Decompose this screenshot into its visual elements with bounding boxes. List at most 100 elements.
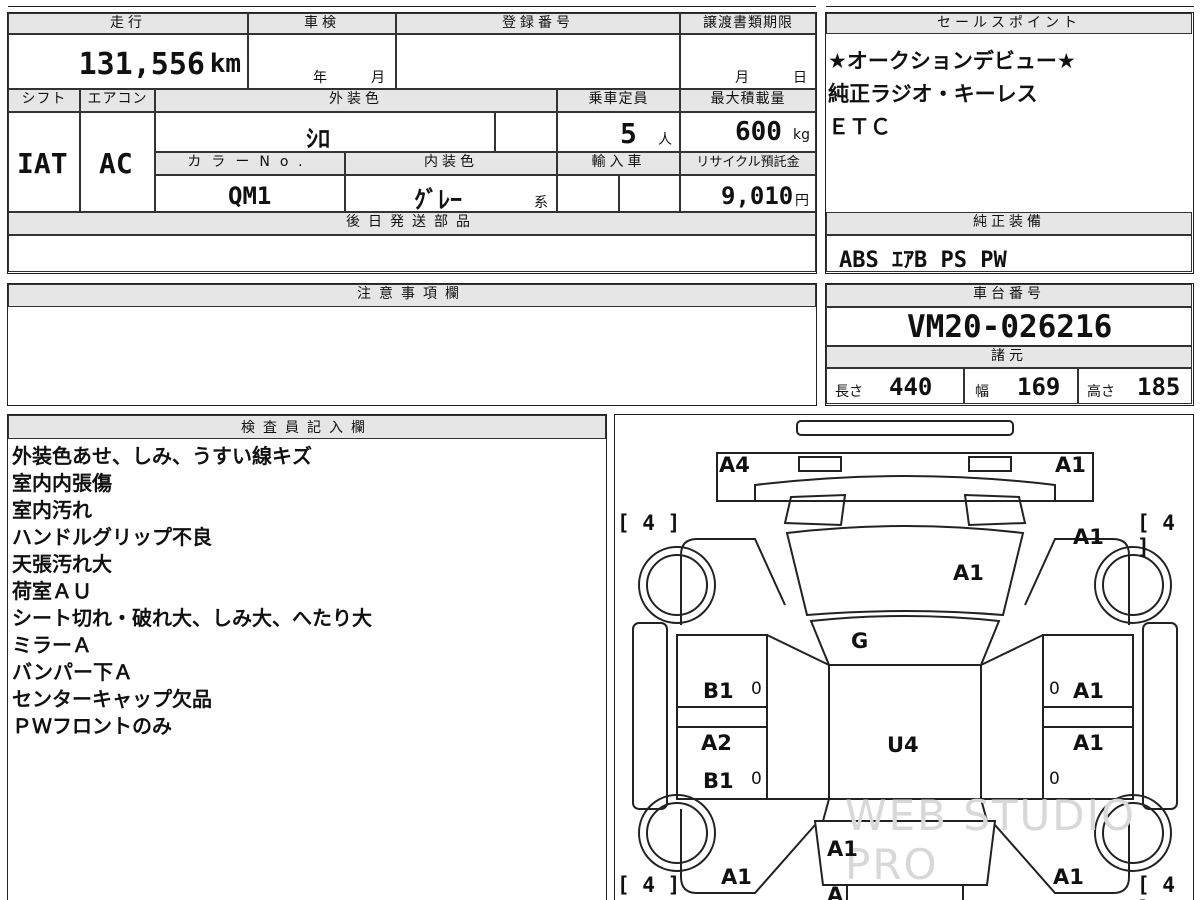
wheel-rl-inner bbox=[646, 802, 708, 864]
chassis-value: VM20-026216 bbox=[907, 309, 1113, 345]
mileage-cell: 131,556 km bbox=[8, 34, 248, 89]
length-value: 440 bbox=[889, 373, 933, 401]
exterior-header: 外装色 bbox=[155, 89, 557, 112]
inspector-note: シート切れ・破れ大、しみ大、へたり大 bbox=[12, 606, 372, 630]
transfer-day-label: 日 bbox=[793, 70, 807, 86]
chassis-panel: 車台番号 VM20-026216 諸元 長さ 440 幅 169 高さ 185 bbox=[825, 283, 1194, 406]
mark-a4-top: A4 bbox=[719, 453, 750, 477]
left-lamp-shape bbox=[798, 456, 842, 472]
transfer-cell: 月 日 bbox=[680, 34, 816, 89]
exterior-extra-cell bbox=[495, 112, 557, 152]
inspector-header: 検査員記入欄 bbox=[8, 415, 606, 439]
ac-cell: AC bbox=[80, 112, 155, 212]
transfer-header: 譲渡書類期限 bbox=[680, 13, 816, 34]
front-bumper-shape bbox=[796, 420, 1014, 436]
shaken-year-label: 年 bbox=[313, 70, 327, 86]
maxload-cell: 600 kg bbox=[680, 112, 816, 152]
sales-point-line: ＥＴＣ bbox=[828, 115, 891, 139]
sales-point-line: ★オークションデビュー★ bbox=[828, 49, 1076, 73]
mark-a1-rear-glass: A1 bbox=[827, 837, 858, 861]
registration-cell bbox=[396, 34, 680, 89]
exterior-cell: ｼﾛ bbox=[155, 112, 495, 153]
later-parts-cell bbox=[8, 235, 816, 272]
mark-a2-left: A2 bbox=[701, 731, 732, 755]
mark-zero-rr: 0 bbox=[1049, 769, 1060, 789]
width-cell: 幅 169 bbox=[964, 368, 1078, 404]
mark-b1-left-front: B1 bbox=[703, 679, 734, 703]
mileage-header: 走行 bbox=[8, 13, 248, 34]
width-label: 幅 bbox=[975, 384, 989, 400]
sales-point-panel: セールスポイント ★オークションデビュー★ 純正ラジオ・キーレス ＥＴＣ 純正装… bbox=[825, 12, 1194, 274]
windshield-shape bbox=[809, 615, 1001, 666]
mark-a1-hood: A1 bbox=[953, 561, 984, 585]
color-no-header: カラーNo. bbox=[155, 152, 345, 175]
equipment-header: 純正装備 bbox=[826, 212, 1192, 235]
import-cell-1 bbox=[557, 175, 619, 212]
shaken-month-label: 月 bbox=[371, 70, 385, 86]
inspector-note: センターキャップ欠品 bbox=[12, 687, 212, 711]
import-header: 輸入車 bbox=[557, 152, 680, 175]
inspector-note: 荷室ＡＵ bbox=[12, 579, 92, 603]
caution-header: 注意事項欄 bbox=[8, 284, 816, 307]
inspector-note: 室内内張傷 bbox=[12, 471, 112, 495]
left-side-strip-shape bbox=[632, 622, 668, 810]
ac-header: エアコン bbox=[80, 89, 155, 112]
mark-b1-left-rear: B1 bbox=[703, 769, 734, 793]
mark-zero-lr: 0 bbox=[751, 769, 762, 789]
height-value: 185 bbox=[1137, 373, 1181, 401]
interior-cell: ｸﾞﾚｰ 系 bbox=[345, 175, 557, 214]
mark-tire-rl: [ 4 ] bbox=[617, 873, 681, 897]
interior-header: 内装色 bbox=[345, 152, 557, 175]
mark-a1-right-front: A1 bbox=[1073, 679, 1104, 703]
exterior-value: ｼﾛ bbox=[306, 125, 330, 153]
mileage-unit: km bbox=[209, 49, 241, 79]
mark-zero-lf: 0 bbox=[751, 679, 762, 699]
mark-g-glass: G bbox=[851, 629, 869, 653]
transfer-month-label: 月 bbox=[735, 70, 749, 86]
left-wiper-shape bbox=[783, 493, 847, 527]
inspector-note: 室内汚れ bbox=[12, 498, 92, 522]
mark-a1-left-bottom: A1 bbox=[721, 865, 752, 889]
wheel-fl-inner bbox=[646, 554, 708, 616]
mark-tire-fl: [ 4 ] bbox=[617, 511, 681, 535]
car-diagram-panel: WEB STUDIO PRO A4 A1 [ 4 ] [ 4 ] A1 A1 G… bbox=[614, 414, 1194, 900]
shift-cell: IAT bbox=[8, 112, 80, 212]
mark-a1-right-rear: A1 bbox=[1073, 731, 1104, 755]
chassis-cell: VM20-026216 bbox=[826, 307, 1192, 346]
left-pillar-shape bbox=[676, 706, 768, 728]
inspector-note: ＰＷフロントのみ bbox=[12, 714, 172, 738]
sales-point-lines: ★オークションデビュー★ 純正ラジオ・キーレス ＥＴＣ bbox=[828, 45, 1076, 144]
recycle-unit: 円 bbox=[795, 193, 809, 209]
inspector-note: ミラーＡ bbox=[12, 633, 92, 657]
inspector-note: 天張汚れ大 bbox=[12, 552, 112, 576]
mark-u4-roof: U4 bbox=[887, 733, 919, 757]
color-no-value: QM1 bbox=[228, 182, 272, 210]
capacity-header: 乗車定員 bbox=[557, 89, 680, 112]
mark-a1-right-upper: A1 bbox=[1073, 525, 1104, 549]
right-pillar-shape bbox=[1042, 706, 1134, 728]
interior-suffix: 系 bbox=[534, 195, 548, 211]
mark-a1-top: A1 bbox=[1055, 453, 1086, 477]
left-connector-lines bbox=[766, 634, 830, 800]
specs-header: 諸元 bbox=[826, 346, 1192, 368]
mark-a1-right-bottom: A1 bbox=[1053, 865, 1084, 889]
right-wiper-shape bbox=[963, 493, 1027, 527]
maxload-header: 最大積載量 bbox=[680, 89, 816, 112]
height-cell: 高さ 185 bbox=[1078, 368, 1192, 404]
mark-tire-rr: [ 4 ] bbox=[1137, 873, 1175, 900]
recycle-header: リサイクル預託金 bbox=[680, 152, 816, 175]
mileage-value: 131,556 bbox=[78, 47, 205, 82]
vehicle-info-table: 走行 車検 登録番号 譲渡書類期限 131,556 km 年 月 月 日 シフト… bbox=[7, 12, 817, 274]
inspector-notes: 外装色あせ、しみ、うすい線キズ 室内内張傷 室内汚れ ハンドルグリップ不良 天張… bbox=[12, 443, 372, 740]
top-strip bbox=[8, 0, 816, 7]
mark-a-bottom: A bbox=[827, 883, 844, 900]
shaken-header: 車検 bbox=[248, 13, 396, 34]
interior-value: ｸﾞﾚｰ bbox=[414, 186, 462, 214]
shift-value: IAT bbox=[17, 147, 68, 180]
roof-shape bbox=[828, 664, 982, 800]
hood-shape bbox=[785, 525, 1025, 617]
mark-zero-rf: 0 bbox=[1049, 679, 1060, 699]
recycle-cell: 9,010 円 bbox=[680, 175, 816, 212]
capacity-cell: 5 人 bbox=[557, 112, 680, 152]
top-strip-right bbox=[826, 0, 1194, 7]
